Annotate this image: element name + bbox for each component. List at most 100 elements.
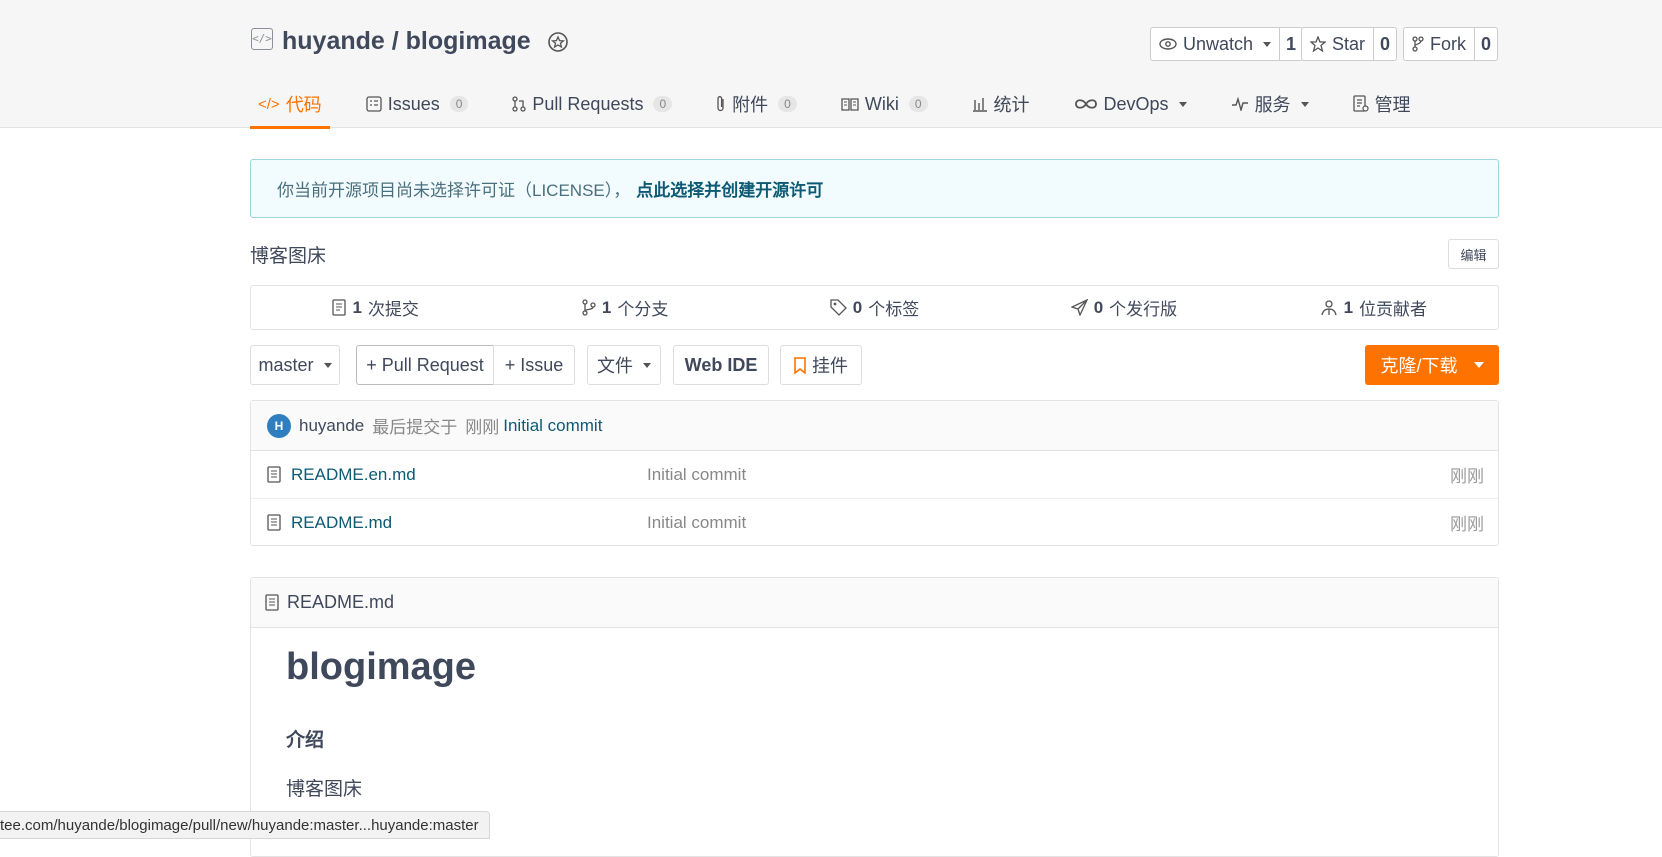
tab-pull-requests[interactable]: Pull Requests 0 (504, 84, 680, 124)
pull-request-icon (512, 96, 527, 112)
code-icon: </> (258, 95, 280, 113)
fork-count[interactable]: 0 (1475, 28, 1497, 60)
stat-number: 1 (1343, 297, 1354, 317)
issues-icon (366, 96, 382, 112)
file-menu-button[interactable]: 文件 (587, 345, 661, 385)
infinity-icon (1074, 99, 1097, 109)
create-license-link[interactable]: 点此选择并创建开源许可 (636, 176, 823, 201)
stat-label: 位贡献者 (1359, 300, 1428, 319)
recommend-badge-icon[interactable] (545, 30, 571, 56)
tab-label: Wiki (864, 93, 899, 114)
tab-label: 代码 (285, 95, 322, 115)
tab-count: 0 (653, 96, 673, 112)
chevron-down-icon (1263, 41, 1272, 47)
stat-contributors[interactable]: 1 位贡献者 (1249, 286, 1498, 329)
branch-select[interactable]: master (250, 345, 340, 385)
stat-branches[interactable]: 1 个分支 (500, 286, 749, 329)
tab-devops[interactable]: DevOps (1066, 84, 1195, 124)
star-count[interactable]: 0 (1374, 28, 1396, 60)
repo-title: huyande / blogimage (282, 27, 531, 56)
tab-label: Pull Requests (532, 93, 644, 114)
new-pull-request-button[interactable]: + Pull Request (356, 345, 494, 385)
widget-label: 挂件 (812, 356, 848, 376)
file-commit-message[interactable]: Initial commit (647, 465, 746, 485)
file-icon (265, 594, 279, 611)
tag-icon (830, 299, 847, 316)
clone-download-button[interactable]: 克隆/下载 (1365, 345, 1499, 385)
chevron-down-icon (1300, 101, 1309, 107)
bar-chart-icon (972, 98, 987, 112)
tab-manage[interactable]: 管理 (1345, 84, 1419, 124)
commit-message-link[interactable]: Initial commit (503, 416, 602, 436)
star-button[interactable]: Star (1302, 28, 1375, 60)
tab-count: 0 (778, 96, 797, 112)
file-list: H huyande 最后提交于 刚刚 Initial commit README… (250, 400, 1499, 546)
commit-author-link[interactable]: huyande (299, 416, 364, 436)
tab-label: 统计 (993, 95, 1030, 115)
stat-label: 个发行版 (1109, 300, 1178, 319)
tab-label: DevOps (1103, 93, 1169, 114)
watch-group: Unwatch 1 (1150, 27, 1304, 61)
repo-stats-bar: 1 次提交 1 个分支 0 个标签 0 个发行版 1 位贡献者 (250, 285, 1499, 330)
stat-label: 个分支 (617, 300, 669, 319)
link-status-bar: tee.com/huyande/blogimage/pull/new/huyan… (0, 811, 490, 839)
fork-icon (1412, 36, 1424, 52)
stat-number: 0 (1093, 297, 1104, 317)
contributors-icon (1320, 300, 1337, 316)
tab-wiki[interactable]: Wiki 0 (833, 84, 936, 124)
readme-section-heading: 介绍 (286, 730, 325, 751)
license-notice-text: 你当前开源项目尚未选择许可证（LICENSE）， (277, 181, 631, 200)
repo-name-link[interactable]: blogimage (406, 27, 531, 55)
stat-number: 0 (852, 297, 863, 317)
repo-separator: / (384, 27, 406, 55)
edit-description-button[interactable]: 编辑 (1448, 239, 1499, 269)
eye-icon (1159, 38, 1177, 50)
widget-button[interactable]: 挂件 (780, 345, 862, 385)
unwatch-button[interactable]: Unwatch (1151, 28, 1281, 60)
repo-tabs: </> 代码 Issues 0 Pull Requests 0 附件 0 Wiki 0 统… (250, 84, 1447, 129)
send-icon (1070, 299, 1088, 316)
watch-count[interactable]: 1 (1280, 28, 1302, 60)
repo-owner-link[interactable]: huyande (282, 27, 385, 55)
tab-services[interactable]: 服务 (1223, 84, 1317, 124)
fork-button[interactable]: Fork (1404, 28, 1475, 60)
repo-description: 博客图床 (250, 246, 327, 267)
file-icon (267, 466, 281, 483)
file-commit-time: 刚刚 (1450, 467, 1484, 486)
tab-code[interactable]: </> 代码 (250, 84, 330, 129)
star-label: Star (1332, 33, 1366, 54)
tab-stats[interactable]: 统计 (964, 84, 1038, 124)
settings-doc-icon (1352, 95, 1369, 112)
tab-attachments[interactable]: 附件 0 (708, 84, 805, 124)
bookmark-icon (794, 356, 806, 374)
tab-label: 服务 (1254, 95, 1291, 115)
file-menu-label: 文件 (597, 356, 633, 376)
repo-header: </> huyande / blogimage Unwatch 1 Star 0… (0, 0, 1662, 129)
avatar[interactable]: H (267, 413, 291, 438)
table-row[interactable]: README.en.md Initial commit 刚刚 (251, 451, 1498, 499)
stat-releases[interactable]: 0 个发行版 (999, 286, 1248, 329)
file-name-link[interactable]: README.md (291, 513, 392, 533)
readme-title: blogimage (286, 646, 477, 688)
web-ide-button[interactable]: Web IDE (673, 345, 769, 385)
new-issue-button[interactable]: + Issue (493, 345, 575, 385)
stat-commits[interactable]: 1 次提交 (251, 286, 500, 329)
last-commit-row: H huyande 最后提交于 刚刚 Initial commit (251, 401, 1498, 451)
tab-label: Issues (387, 93, 440, 114)
file-commit-message[interactable]: Initial commit (647, 513, 746, 533)
table-row[interactable]: README.md Initial commit 刚刚 (251, 499, 1498, 546)
tab-label: 管理 (1374, 95, 1411, 115)
commit-time: 刚刚 (465, 418, 500, 437)
tab-issues[interactable]: Issues 0 (358, 84, 477, 124)
readme-filename: README.md (287, 592, 395, 612)
file-name-link[interactable]: README.en.md (291, 465, 416, 485)
stat-tags[interactable]: 0 个标签 (750, 286, 999, 329)
unwatch-label: Unwatch (1183, 33, 1254, 54)
readme-header: README.md (251, 578, 1498, 628)
chevron-down-icon (1178, 101, 1187, 107)
chevron-down-icon (643, 362, 651, 368)
tab-count: 0 (449, 96, 469, 112)
chevron-down-icon (323, 362, 332, 368)
commit-doc-icon (332, 299, 347, 316)
stat-label: 次提交 (367, 300, 419, 319)
